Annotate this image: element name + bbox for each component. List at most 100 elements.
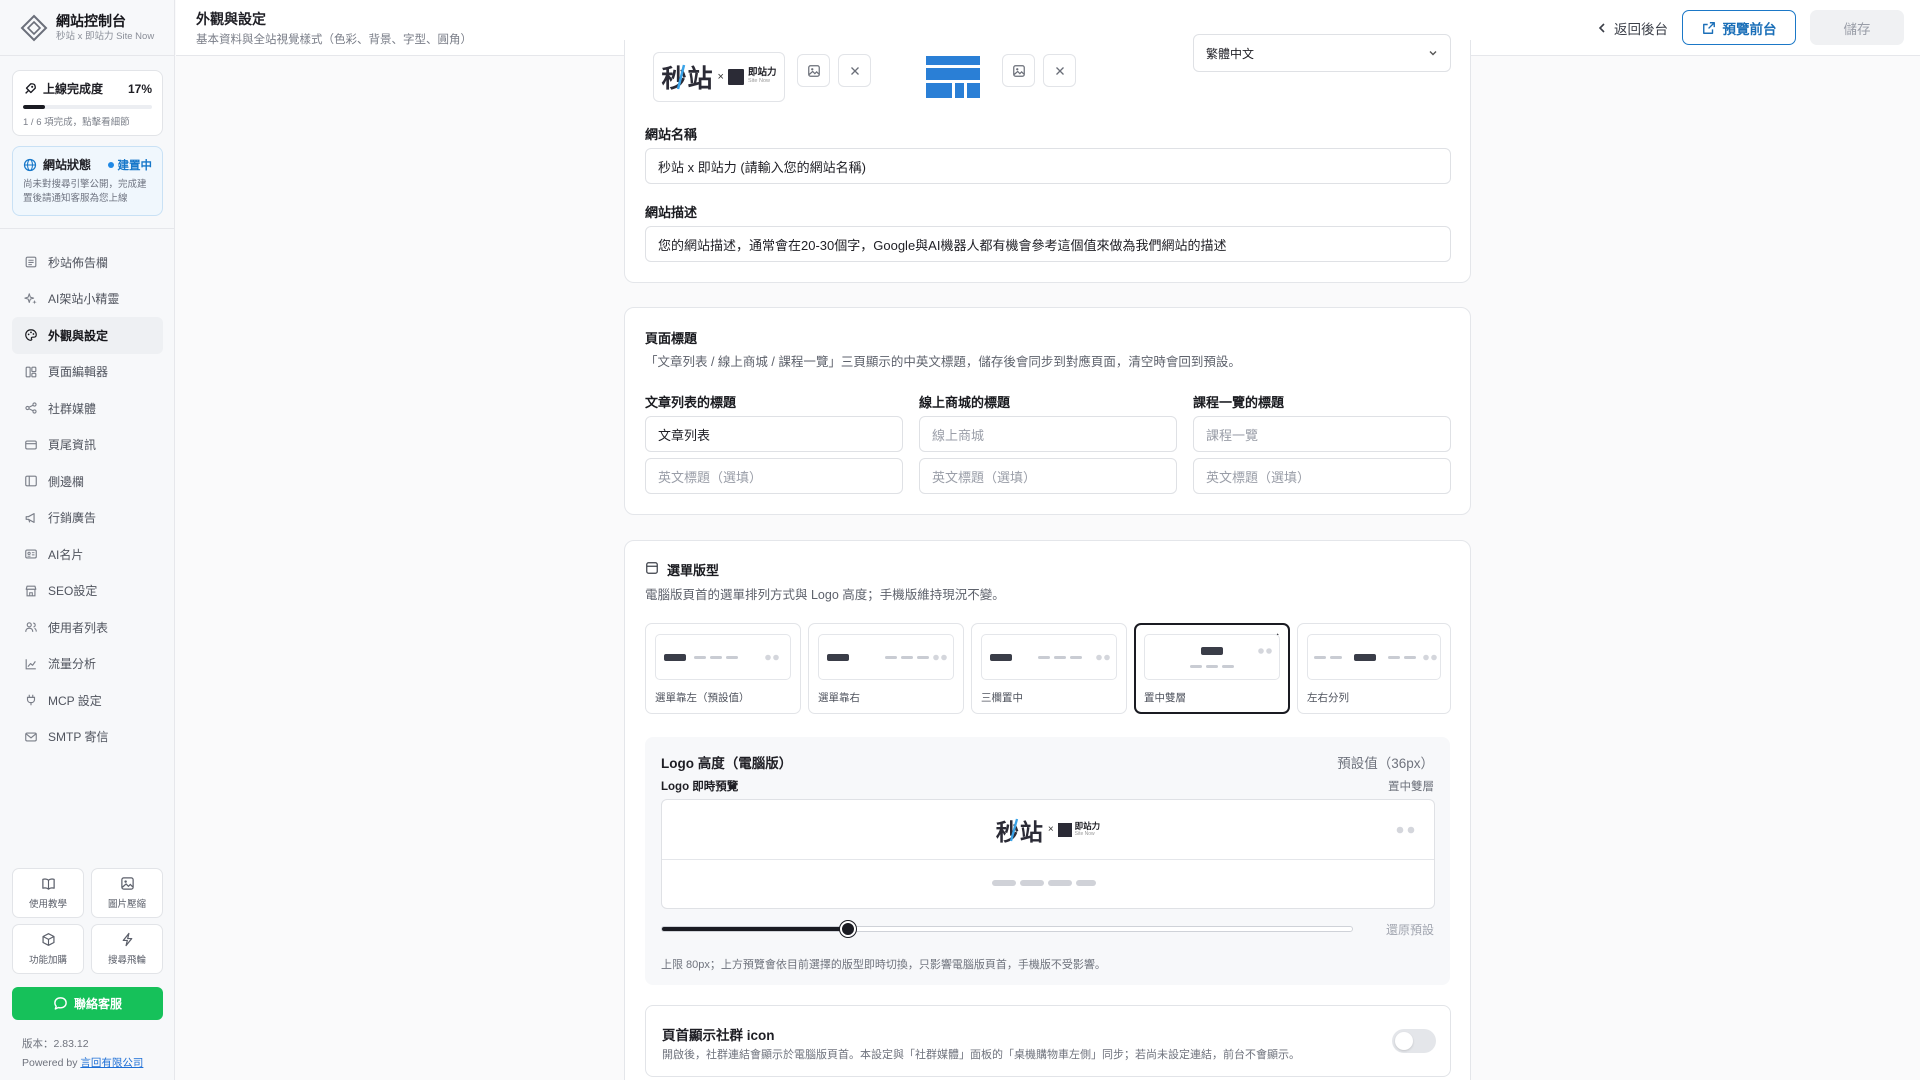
company-link[interactable]: 言回有限公司: [80, 1057, 143, 1069]
bolt-icon: [122, 932, 132, 947]
sidebar: 網站控制台 秒站 x 即站力 Site Now 上線完成度 17% 1 / 6 …: [0, 0, 175, 1080]
sidebar-item-label: 外觀與設定: [48, 328, 109, 343]
sidebar-item-label: 頁面編輯器: [48, 365, 109, 380]
logo-height-hint: 上限 80px；上方預覽會依目前選擇的版型即時切換，只影響電腦版頁首，手機版不受…: [661, 959, 1106, 971]
page-titles-heading: 頁面標題: [645, 331, 698, 346]
layout-option-label: 左右分列: [1307, 692, 1349, 704]
menu-layout-heading: 選單版型: [667, 563, 720, 578]
layout-preview-thumbnail: [655, 634, 791, 680]
preview-logo-text-main: 秒站: [995, 818, 1044, 846]
progress-bar: [23, 105, 152, 109]
logo-upload-preview[interactable]: 秒站 × 即站力 Site Now: [653, 52, 785, 102]
logo-image: 秒站 × 即站力 Site Now: [662, 59, 777, 95]
progress-label: 上線完成度: [43, 82, 104, 96]
sidebar-item-13[interactable]: MCP 設定: [12, 682, 163, 719]
save-button[interactable]: 儲存: [1810, 10, 1904, 45]
replace-logo-button[interactable]: [797, 54, 830, 87]
sidebar-item-label: AI名片: [48, 547, 84, 562]
status-card[interactable]: 網站狀態 建置中 尚未對搜尋引擎公開，完成建置後請通知客服為您上線: [12, 146, 163, 216]
layout-option-menu-left[interactable]: 選單靠左（預設值）: [645, 623, 801, 714]
layout-option-centered-two-row[interactable]: 置中雙層: [1134, 623, 1290, 714]
back-to-admin-link[interactable]: 返回後台: [1596, 18, 1668, 38]
search-flywheel-button[interactable]: 搜尋飛輪: [91, 924, 163, 974]
card-icon: [25, 440, 37, 450]
sidebar-item-label: MCP 設定: [48, 693, 102, 708]
preview-frontend-button[interactable]: 預覽前台: [1682, 10, 1796, 45]
progress-hint: 1 / 6 項完成，點擊看細節: [23, 117, 130, 128]
logo-height-slider-fill: [662, 927, 849, 931]
sidebar-item-8[interactable]: 行銷廣告: [12, 500, 163, 537]
shop-en-input[interactable]: 英文標題（選填）: [919, 458, 1177, 494]
article-list-en-input[interactable]: 英文標題（選填）: [645, 458, 903, 494]
layout-option-label: 選單靠左（預設值）: [655, 692, 750, 704]
sidebar-icon: [25, 475, 37, 487]
site-name-label: 網站名稱: [645, 127, 698, 142]
addon-purchase-button[interactable]: 功能加購: [12, 924, 84, 974]
progress-card[interactable]: 上線完成度 17% 1 / 6 項完成，點擊看細節: [12, 70, 163, 136]
reset-default-button[interactable]: 還原預設: [1386, 921, 1434, 938]
chevron-down-icon: [1429, 51, 1437, 56]
logo-height-default: 預設值（36px）: [1337, 756, 1434, 771]
layout-option-three-column[interactable]: 三欄置中: [971, 623, 1127, 714]
contact-support-button[interactable]: 聯絡客服: [12, 987, 163, 1020]
sidebar-item-label: 社群媒體: [48, 401, 97, 416]
sidebar-item-10[interactable]: SEO設定: [12, 573, 163, 610]
layout-option-menu-right[interactable]: 選單靠右: [808, 623, 964, 714]
image-compress-button[interactable]: 圖片壓縮: [91, 868, 163, 918]
layout-icon: [25, 366, 37, 378]
sidebar-item-label: 使用者列表: [48, 620, 109, 635]
layout-option-label: 置中雙層: [1144, 692, 1186, 704]
brand-subtitle: 秒站 x 即站力 Site Now: [56, 30, 155, 42]
globe-icon: [23, 158, 37, 171]
sidebar-item-3[interactable]: 外觀與設定: [12, 317, 163, 354]
tutorial-button[interactable]: 使用教學: [12, 868, 84, 918]
brand[interactable]: 網站控制台 秒站 x 即站力 Site Now: [0, 0, 175, 56]
preview-label: 預覽前台: [1722, 21, 1777, 37]
courses-en-input[interactable]: 英文標題（選填）: [1193, 458, 1451, 494]
logo-text-main: 秒站: [661, 64, 714, 93]
sidebar-item-4[interactable]: 頁面編輯器: [12, 354, 163, 391]
sidebar-item-7[interactable]: 側邊欄: [12, 463, 163, 500]
social-icon-toggle[interactable]: [1392, 1029, 1436, 1053]
remove-logo-button[interactable]: [838, 54, 871, 87]
sidebar-item-12[interactable]: 流量分析: [12, 646, 163, 683]
sidebar-item-2[interactable]: AI架站小精靈: [12, 281, 163, 318]
layout-option-split[interactable]: 左右分列: [1297, 623, 1451, 714]
article-list-zh-input[interactable]: 文章列表: [645, 416, 903, 452]
sidebar-item-label: 行銷廣告: [48, 511, 97, 526]
brand-logo-icon: [20, 14, 48, 41]
preview-icon-dots: [1396, 826, 1415, 834]
shop-zh-input[interactable]: 線上商城: [919, 416, 1177, 452]
sidebar-item-9[interactable]: AI名片: [12, 536, 163, 573]
language-select[interactable]: 繁體中文: [1193, 34, 1451, 72]
sidebar-item-6[interactable]: 頁尾資訊: [12, 427, 163, 464]
brand-title: 網站控制台: [56, 12, 126, 29]
sidebar-item-14[interactable]: SMTP 寄信: [12, 719, 163, 756]
replace-favicon-button[interactable]: [1002, 54, 1035, 87]
status-label: 網站狀態: [43, 158, 92, 172]
tool-label: 搜尋飛輪: [107, 955, 146, 966]
mail-icon: [25, 732, 37, 742]
notice-board-icon: [25, 256, 37, 268]
preview-logo-text-brand: 即站力: [1074, 820, 1101, 831]
image-edit-icon: [1012, 64, 1025, 77]
sidebar-item-1[interactable]: 秒站佈告欄: [12, 244, 163, 281]
sidebar-nav: 秒站佈告欄 AI架站小精靈外觀與設定頁面編輯器社群媒體頁尾資訊 側邊欄行銷廣告 AI名…: [12, 244, 163, 755]
tool-label: 使用教學: [28, 899, 67, 910]
logo-height-slider-thumb[interactable]: [840, 921, 857, 937]
favicon-image-icon: [926, 56, 980, 98]
sidebar-item-11[interactable]: 使用者列表: [12, 609, 163, 646]
logo-height-slider-track[interactable]: [661, 921, 1353, 937]
article-list-title-label: 文章列表的標題: [645, 395, 737, 410]
preview-logo-text-x: ×: [1047, 824, 1054, 835]
site-description-input[interactable]: 您的網站描述，通常會在20-30個字，Google與AI機器人都有機會參考這個值…: [645, 226, 1451, 262]
layout-preview-thumbnail: [1144, 634, 1280, 680]
remove-favicon-button[interactable]: [1043, 54, 1076, 87]
chart-icon: [25, 658, 36, 670]
courses-zh-input[interactable]: 課程一覽: [1193, 416, 1451, 452]
site-name-input[interactable]: 秒站 x 即站力 (請輸入您的網站名稱): [645, 148, 1451, 184]
sparkle-icon: [24, 292, 37, 304]
site-description-label: 網站描述: [645, 205, 698, 220]
favicon-preview[interactable]: [923, 52, 983, 102]
sidebar-item-5[interactable]: 社群媒體: [12, 390, 163, 427]
